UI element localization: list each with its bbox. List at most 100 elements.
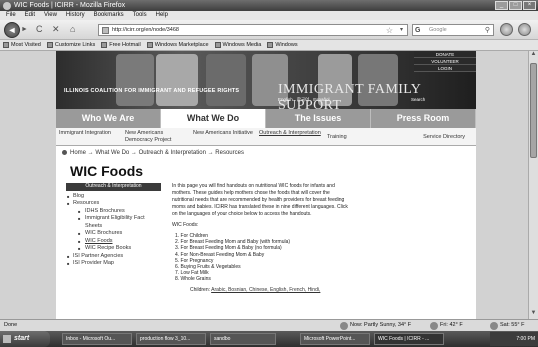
sidebar-item-eligibility-fact-sheets[interactable]: Immigrant Eligibility Fact Sheets: [66, 215, 161, 230]
sub-nav-outreach-interpretation[interactable]: Outreach & Interpretation: [256, 128, 324, 145]
search-engine-icon[interactable]: G: [415, 25, 420, 36]
children-language-links[interactable]: Arabic, Bosnian, Chinese, English, Frenc…: [211, 287, 320, 293]
sub-nav-democracy-project[interactable]: New Americans Democracy Project: [122, 128, 190, 145]
site-search-label[interactable]: Search: [411, 97, 425, 102]
sub-nav-training[interactable]: Training: [324, 128, 388, 145]
addon-icon-2[interactable]: [518, 23, 531, 36]
sidebar-item-wic-brochures[interactable]: WIC Brochures: [66, 230, 161, 238]
sidebar: Outreach & Interpretation Blog Resources…: [66, 183, 161, 268]
main-nav-press-room[interactable]: Press Room: [371, 109, 476, 128]
banner-tagline: IMMIGRANT FAMILY SUPPORT: [278, 82, 421, 109]
sidebar-item-wic-recipe-books[interactable]: WIC Recipe Books: [66, 245, 161, 253]
page-viewport: ILLINOIS COALITION FOR IMMIGRANT AND REF…: [0, 51, 528, 319]
sub-nav-immigrant-integration[interactable]: Immigrant Integration: [56, 128, 122, 145]
scrollbar-thumb[interactable]: [530, 63, 537, 158]
site-banner: ILLINOIS COALITION FOR IMMIGRANT AND REF…: [56, 51, 476, 109]
main-nav-what-we-do[interactable]: What We Do: [161, 109, 266, 128]
scroll-up-icon[interactable]: ▲: [529, 51, 538, 60]
sidebar-item-isi-provider-map[interactable]: ISI Provider Map: [66, 260, 161, 268]
bookmark-icon: [214, 42, 221, 48]
language-link[interactable]: 한국어: [297, 97, 309, 103]
sub-nav-new-americans-initiative[interactable]: New Americans Initiative: [190, 128, 256, 145]
reload-icon[interactable]: C: [36, 24, 43, 34]
weather-icon: [430, 321, 438, 330]
taskbar-item[interactable]: Inbox - Microsoft Ou...: [62, 333, 132, 345]
menu-history[interactable]: History: [66, 11, 85, 20]
menu-edit[interactable]: Edit: [25, 11, 35, 20]
bookmark-item[interactable]: Free Hotmail: [101, 40, 142, 50]
bookmark-item[interactable]: Windows: [267, 40, 299, 50]
addon-icon[interactable]: [500, 23, 513, 36]
menu-help[interactable]: Help: [156, 11, 168, 20]
menu-bookmarks[interactable]: Bookmarks: [94, 11, 124, 20]
bookmark-item[interactable]: Windows Marketplace: [146, 40, 211, 50]
bookmark-icon: [101, 42, 108, 48]
bookmark-icon: [3, 42, 9, 48]
close-button[interactable]: ×: [523, 1, 536, 10]
children-languages: Children: Arabic, Bosnian, Chinese, Engl…: [190, 287, 352, 294]
taskbar-item[interactable]: sandbo: [210, 333, 276, 345]
bookmark-item[interactable]: Most Visited: [3, 40, 43, 50]
utility-links: DONATE VOLUNTEER LOGIN: [414, 51, 476, 72]
donate-link[interactable]: DONATE: [414, 51, 476, 58]
language-link[interactable]: English: [278, 97, 293, 103]
bookmark-icon: [146, 42, 153, 48]
url-text: http://icirr.org/en/node/3468: [112, 27, 179, 33]
minimize-button[interactable]: _: [495, 1, 508, 10]
sub-navigation: Immigrant Integration New Americans Demo…: [56, 128, 476, 146]
bookmark-star-icon[interactable]: ☆: [386, 25, 393, 36]
bookmark-icon: [267, 42, 274, 48]
taskbar-item[interactable]: WIC Foods | ICIRR - ...: [374, 333, 444, 345]
weather-sat[interactable]: Sat: 55° F: [490, 320, 525, 331]
menu-view[interactable]: View: [44, 11, 57, 20]
maximize-button[interactable]: □: [509, 1, 522, 10]
bookmarks-bar: Most Visited Customize Links Free Hotmai…: [0, 40, 538, 51]
taskbar: start Inbox - Microsoft Ou... production…: [0, 331, 538, 347]
main-nav-who-we-are[interactable]: Who We Are: [56, 109, 161, 128]
stop-icon[interactable]: ✕: [52, 24, 60, 35]
bookmark-icon: [46, 42, 53, 48]
sub-nav-service-directory[interactable]: Service Directory: [388, 128, 468, 145]
sidebar-item-blog[interactable]: Blog: [66, 193, 161, 201]
back-button[interactable]: ◄: [4, 22, 20, 38]
login-link[interactable]: LOGIN: [414, 65, 476, 72]
firefox-icon: [3, 2, 11, 10]
address-bar[interactable]: http://icirr.org/en/node/3468 ☆ ▾: [98, 24, 408, 36]
window-controls: _ □ ×: [495, 1, 536, 10]
weather-fri[interactable]: Fri: 42° F: [430, 320, 463, 331]
weather-now[interactable]: Now: Partly Sunny, 34° F: [340, 320, 411, 331]
bookmark-item[interactable]: Windows Media: [214, 40, 264, 50]
main-nav-the-issues[interactable]: The Issues: [266, 109, 371, 128]
taskbar-item[interactable]: production flow 3_10...: [136, 333, 206, 345]
system-tray: 7:00 PM: [490, 332, 538, 346]
breadcrumb[interactable]: Home → What We Do → Outreach & Interpret…: [62, 150, 244, 156]
page-title: WIC Foods: [70, 163, 144, 179]
breadcrumb-bullet-icon: [62, 150, 67, 155]
list-item[interactable]: 8. Whole Grains: [175, 276, 352, 282]
language-link[interactable]: Español: [313, 97, 329, 103]
volunteer-link[interactable]: VOLUNTEER: [414, 58, 476, 65]
navigation-toolbar: ◄ ► C ✕ ⌂ http://icirr.org/en/node/3468 …: [0, 20, 538, 40]
sidebar-item-isi-partner-agencies[interactable]: ISI Partner Agencies: [66, 253, 161, 261]
scroll-down-icon[interactable]: ▼: [529, 310, 538, 319]
sidebar-item-wic-foods[interactable]: WIC Foods: [66, 238, 161, 246]
search-box[interactable]: G Google ⚲: [412, 24, 494, 36]
sidebar-item-idhs-brochures[interactable]: IDHS Brochures: [66, 208, 161, 216]
home-icon[interactable]: ⌂: [70, 24, 75, 34]
menu-tools[interactable]: Tools: [133, 11, 147, 20]
sidebar-heading: Outreach & Interpretation: [66, 183, 161, 191]
url-dropdown-icon[interactable]: ▾: [400, 25, 403, 36]
status-bar: Done Now: Partly Sunny, 34° F Fri: 42° F…: [0, 319, 538, 331]
search-icon[interactable]: ⚲: [485, 25, 490, 36]
forward-button[interactable]: ►: [21, 26, 28, 33]
bookmark-item[interactable]: Customize Links: [46, 40, 97, 50]
banner-photo: [206, 54, 246, 106]
site-favicon: [102, 27, 109, 34]
menu-file[interactable]: File: [6, 11, 16, 20]
taskbar-item[interactable]: Microsoft PowerPoint...: [300, 333, 370, 345]
sidebar-item-resources[interactable]: Resources: [66, 200, 161, 208]
intro-paragraph: In this page you will find handouts on n…: [172, 183, 348, 217]
start-button[interactable]: start: [0, 331, 50, 347]
status-text: Done: [4, 322, 18, 328]
vertical-scrollbar[interactable]: ▲ ▼: [528, 51, 538, 319]
